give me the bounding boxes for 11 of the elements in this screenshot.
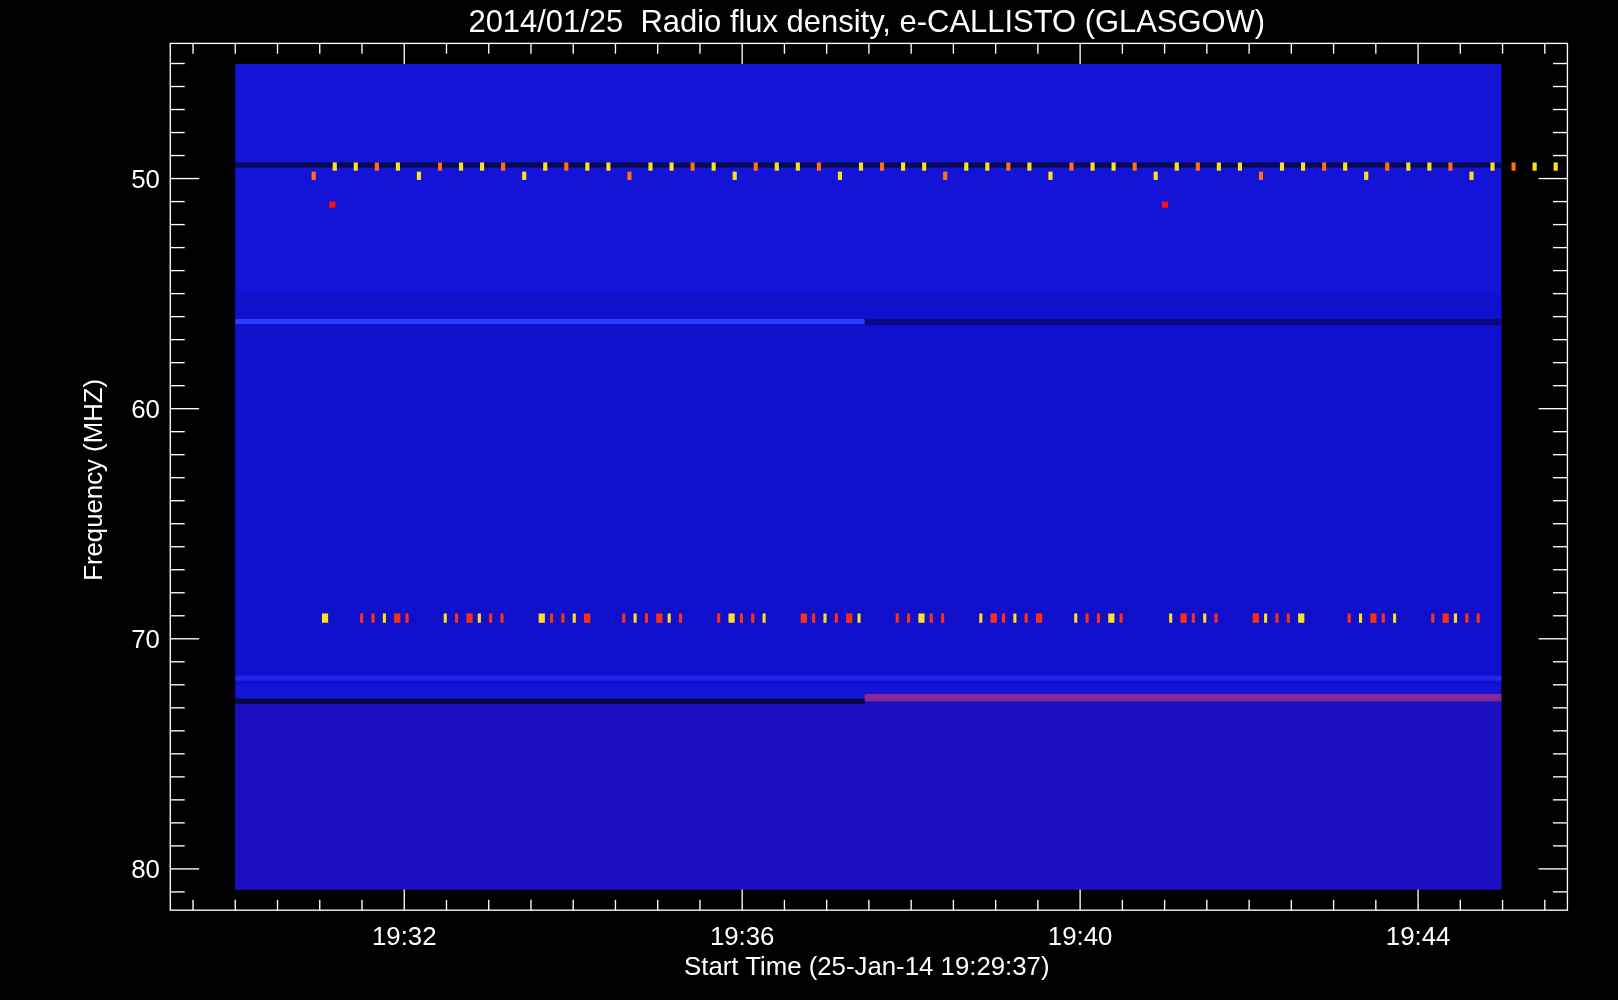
chart-title: 2014/01/25 Radio flux density, e-CALLISTO (GLASGOW) [468,4,1266,40]
x-tick-label: 19:40 [1047,922,1113,951]
y-tick-label: 50 [131,164,160,193]
x-tick-label: 19:32 [372,922,437,951]
y-tick-label: 80 [131,855,160,884]
y-tick-label: 70 [131,625,160,654]
x-tick-label: 19:36 [709,922,775,951]
y-axis-label: Frequency (MHZ) [79,378,108,581]
y-tick-label: 60 [131,394,160,423]
x-tick-label: 19:44 [1385,922,1451,951]
x-axis-label: Start Time (25-Jan-14 19:29:37) [684,952,1050,981]
